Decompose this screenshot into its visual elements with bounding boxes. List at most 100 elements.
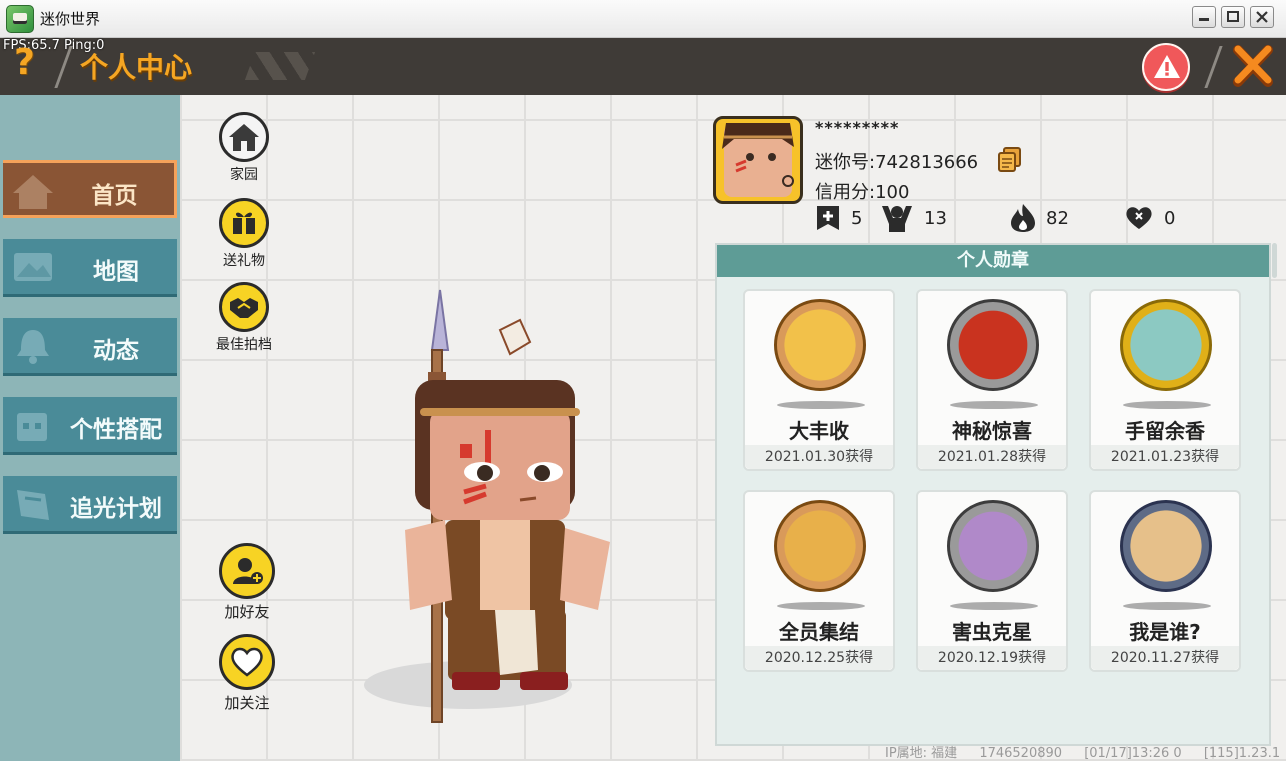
gift-icon [233,212,255,234]
sidebar-item-chase-light[interactable]: 追光计划 [3,476,177,534]
outfit-icon [17,413,47,441]
badge-name: 全员集结 [779,620,859,644]
badge-shadow [777,602,865,610]
badge-shadow [1123,401,1211,409]
badge-date: 2021.01.23获得 [1091,445,1239,469]
badge-name: 大丰收 [789,419,849,443]
sidebar-item-home[interactable]: 首页 [3,160,177,218]
gift-action[interactable]: 送礼物 [214,198,274,270]
badge-date: 2020.12.19获得 [918,646,1066,670]
sidebar-item-label: 动态 [93,338,139,364]
add-friend-button[interactable] [219,543,275,599]
best-partner-button[interactable] [219,282,269,332]
badge-name: 我是谁? [1129,620,1201,644]
gift-action-label: 送礼物 [223,253,265,269]
maximize-button[interactable] [1221,6,1245,28]
sidebar-item-map[interactable]: 地图 [3,239,177,297]
minimize-icon [1199,18,1209,21]
badge-mystery-gift-icon [947,299,1039,391]
timestamp: [01/17]13:26 0 [1084,746,1182,761]
avatar-portrait [722,123,794,187]
maximize-icon [1227,11,1239,22]
map-icon [14,253,52,281]
badge-who-am-i-icon [1120,500,1212,592]
stat-likes: 0 [1124,203,1175,233]
badge-shadow [1123,602,1211,610]
window-close-button[interactable] [1250,6,1274,28]
cheer-icon [882,206,912,232]
stat-maps: 5 [815,203,862,233]
badge-name: 手留余香 [1125,419,1205,443]
footer-info: IP属地: 福建 1746520890 [01/17]13:26 0 [115]… [885,742,1286,761]
follow-action[interactable]: 加关注 [217,634,277,713]
badge-fragrance-icon [1120,299,1212,391]
handshake-icon [230,298,258,318]
close-icon [1256,11,1268,23]
book-icon [17,490,49,520]
add-friend-action[interactable]: 加好友 [217,543,277,622]
badge-card[interactable]: 手留余香 2021.01.23获得 [1089,289,1241,471]
badge-card[interactable]: 全员集结 2020.12.25获得 [743,490,895,672]
stat-value: 0 [1164,207,1176,229]
badge-shadow [777,401,865,409]
gift-button[interactable] [219,198,269,248]
header-decoration [244,52,316,80]
sidebar-item-outfit[interactable]: 个性搭配 [3,397,177,455]
best-partner-label: 最佳拍档 [216,337,272,353]
stat-cheers: 13 [880,203,947,233]
badge-card[interactable]: 害虫克星 2020.12.19获得 [916,490,1068,672]
badge-name: 害虫克星 [952,620,1032,644]
session-id: 1746520890 [979,746,1063,761]
page-title: 个人中心 [80,51,193,84]
sidebar-item-feed[interactable]: 动态 [3,318,177,376]
homestead-button[interactable] [219,112,269,162]
warning-icon [1154,55,1180,78]
home-icon [13,175,53,209]
help-button[interactable]: ? [14,45,35,81]
follow-label: 加关注 [224,694,270,712]
window-titlebar: 迷你世界 [0,0,1286,38]
badge-shadow [950,401,1038,409]
home-action[interactable]: 家园 [214,112,274,184]
game-header [0,38,1286,95]
badge-card[interactable]: 大丰收 2021.01.30获得 [743,289,895,471]
stat-popularity: 82 [1010,203,1069,233]
report-button[interactable] [1142,43,1190,91]
mini-id: 迷你号:742813666 [815,152,979,173]
version: [115]1.23.1 [1203,746,1281,761]
sidebar-item-label: 首页 [91,183,138,209]
badge-date: 2020.11.27获得 [1091,646,1239,670]
player-character-model [364,289,610,723]
heart-icon [1126,207,1152,229]
badge-date: 2021.01.28获得 [918,445,1066,469]
flame-icon [1011,204,1035,232]
stat-value: 13 [924,207,947,229]
badge-card[interactable]: 我是谁? 2020.11.27获得 [1089,490,1241,672]
stat-value: 5 [851,207,863,229]
badge-assemble-icon [774,500,866,592]
profile-avatar[interactable] [713,116,803,204]
copy-id-icon[interactable] [997,146,1023,172]
stat-value: 82 [1046,207,1069,229]
sidebar-item-label: 个性搭配 [70,417,162,443]
best-partner-action[interactable]: 最佳拍档 [214,282,274,354]
add-user-icon [233,558,263,584]
badges-scrollbar[interactable] [1272,243,1277,278]
heart-outline-icon [231,647,263,677]
add-friend-label: 加好友 [224,603,270,621]
sidebar-item-label: 地图 [93,259,139,285]
badges-title: 个人勋章 [717,245,1269,277]
badge-card[interactable]: 神秘惊喜 2021.01.28获得 [916,289,1068,471]
player-name: ********* [815,118,900,137]
credit-score: 信用分:100 [815,182,910,203]
sidebar-item-label: 追光计划 [70,496,162,522]
badge-pest-buster-icon [947,500,1039,592]
close-panel-button[interactable] [1232,44,1274,88]
badge-name: 神秘惊喜 [952,419,1032,443]
bell-icon [17,330,49,364]
follow-button[interactable] [219,634,275,690]
badge-date: 2021.01.30获得 [745,445,893,469]
minimize-button[interactable] [1192,6,1216,28]
house-icon [229,124,259,151]
badge-date: 2020.12.25获得 [745,646,893,670]
